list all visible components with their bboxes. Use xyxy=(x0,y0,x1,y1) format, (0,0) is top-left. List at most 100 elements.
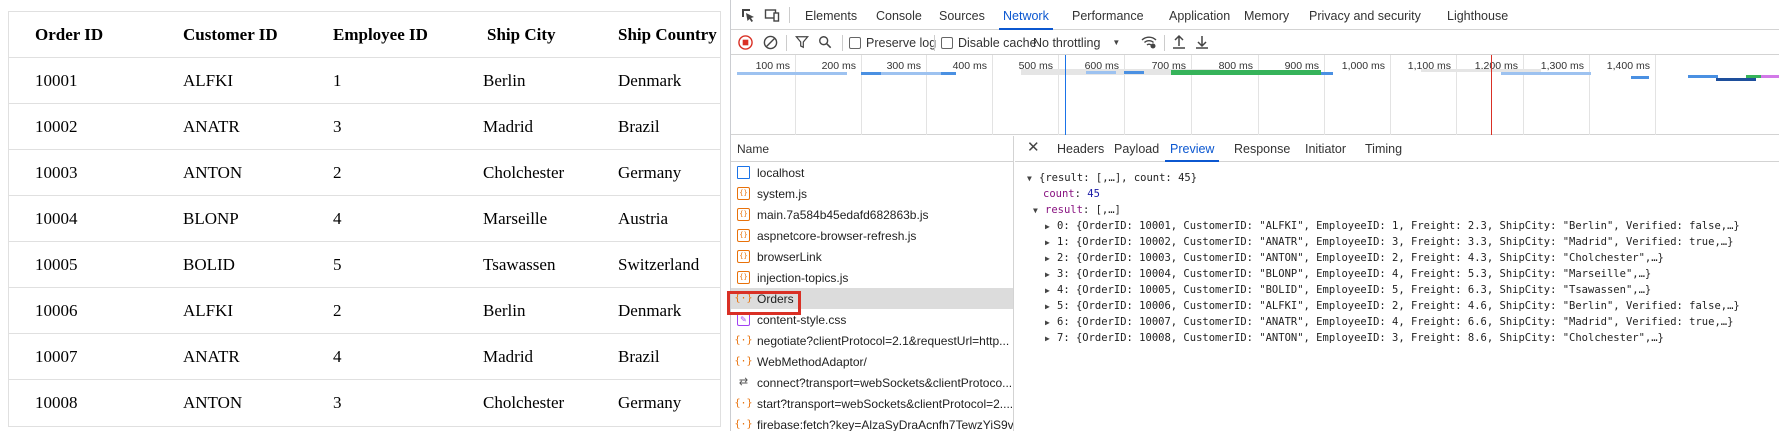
request-row[interactable]: {·} Orders xyxy=(731,288,1013,309)
table-cell: 10002 xyxy=(35,116,78,136)
preview-item-text: 2: {OrderID: 10003, CustomerID: "ANTON",… xyxy=(1057,252,1664,264)
table-cell: Marseille xyxy=(483,208,548,228)
column-header-ship-country[interactable]: Ship Country xyxy=(592,25,720,45)
preview-root-line[interactable]: ▼ {result: [,…], count: 45} xyxy=(1027,170,1779,186)
request-row[interactable]: ✎ content-style.css xyxy=(731,309,1013,330)
tab-application[interactable]: Application xyxy=(1169,0,1230,30)
close-icon[interactable]: ✕ xyxy=(1027,139,1040,157)
table-cell: Cholchester xyxy=(483,162,565,182)
table-row[interactable]: 10001 ALFKI 1 Berlin Denmark xyxy=(9,58,720,104)
name-column-header[interactable]: Name xyxy=(731,136,1014,162)
request-row[interactable]: {·} start?transport=webSockets&clientProt… xyxy=(731,393,1013,414)
preview-result-item[interactable]: ▶ 2: {OrderID: 10003, CustomerID: "ANTON"… xyxy=(1027,250,1779,266)
request-row[interactable]: {} system.js xyxy=(731,183,1013,204)
tab-headers[interactable]: Headers xyxy=(1057,136,1104,162)
network-overview-timeline[interactable]: 100 ms 200 ms 300 ms 400 ms 500 ms 600 ms 700 … xyxy=(731,55,1779,135)
request-row[interactable]: ⇄ connect?transport=webSockets&clientProt… xyxy=(731,372,1013,393)
preview-result-item[interactable]: ▶ 0: {OrderID: 10001, CustomerID: "ALFKI"… xyxy=(1027,218,1779,234)
preview-result-item[interactable]: ▶ 5: {OrderID: 10006, CustomerID: "ALFKI"… xyxy=(1027,298,1779,314)
preview-result-line[interactable]: ▼ result: [,…] xyxy=(1027,202,1779,218)
throttling-select[interactable]: No throttling ▼ xyxy=(1033,34,1120,51)
preview-result-item[interactable]: ▶ 7: {OrderID: 10008, CustomerID: "ANTON"… xyxy=(1027,330,1779,346)
table-cell: 10004 xyxy=(35,208,78,228)
expand-triangle-icon[interactable]: ▶ xyxy=(1045,251,1057,266)
tab-response[interactable]: Response xyxy=(1234,136,1290,162)
timeline-tick-label: 1,400 ms xyxy=(1606,60,1650,72)
tab-memory[interactable]: Memory xyxy=(1244,0,1289,30)
table-row[interactable]: 10002 ANATR 3 Madrid Brazil xyxy=(9,104,720,150)
table-cell: Denmark xyxy=(618,300,682,320)
tab-sources[interactable]: Sources xyxy=(939,0,985,30)
device-toolbar-icon[interactable] xyxy=(764,7,780,23)
column-header-customer-id[interactable]: Customer ID xyxy=(157,25,307,45)
import-har-icon[interactable] xyxy=(1172,34,1186,50)
tab-separator xyxy=(789,7,790,23)
inspect-element-icon[interactable] xyxy=(740,7,756,23)
expand-triangle-icon[interactable]: ▶ xyxy=(1045,267,1057,282)
column-header-employee-id[interactable]: Employee ID xyxy=(307,25,457,45)
preserve-log-checkbox[interactable] xyxy=(849,36,861,49)
expand-triangle-icon[interactable]: ▶ xyxy=(1045,283,1057,298)
preview-result-item[interactable]: ▶ 3: {OrderID: 10004, CustomerID: "BLONP"… xyxy=(1027,266,1779,282)
tab-lighthouse[interactable]: Lighthouse xyxy=(1447,0,1508,30)
preview-result-item[interactable]: ▶ 1: {OrderID: 10002, CustomerID: "ANATR"… xyxy=(1027,234,1779,250)
expand-triangle-icon[interactable]: ▶ xyxy=(1045,219,1057,234)
table-row[interactable]: 10005 BOLID 5 Tsawassen Switzerland xyxy=(9,242,720,288)
request-row[interactable]: {} injection-topics.js xyxy=(731,267,1013,288)
clear-icon[interactable] xyxy=(763,35,778,50)
tab-timing[interactable]: Timing xyxy=(1365,136,1402,162)
table-cell: 2 xyxy=(333,300,342,320)
request-name: content-style.css xyxy=(757,312,847,327)
request-row[interactable]: {·} firebase:fetch?key=AlzaSyDraAcnfh7Tew… xyxy=(731,414,1013,431)
table-cell: 5 xyxy=(333,254,342,274)
script-icon: {} xyxy=(737,208,750,221)
filter-icon[interactable] xyxy=(795,35,809,49)
table-row[interactable]: 10003 ANTON 2 Cholchester Germany xyxy=(9,150,720,196)
table-cell: Austria xyxy=(618,208,669,228)
expand-triangle-icon[interactable]: ▶ xyxy=(1045,299,1057,314)
expand-triangle-icon[interactable]: ▼ xyxy=(1033,203,1045,218)
export-har-icon[interactable] xyxy=(1195,34,1209,50)
table-row[interactable]: 10006 ALFKI 2 Berlin Denmark xyxy=(9,288,720,334)
preview-result-item[interactable]: ▶ 6: {OrderID: 10007, CustomerID: "ANATR"… xyxy=(1027,314,1779,330)
table-cell: BLONP xyxy=(183,208,239,228)
disable-cache-toggle[interactable]: Disable cache xyxy=(941,34,1037,51)
table-row[interactable]: 10007 ANATR 4 Madrid Brazil xyxy=(9,334,720,380)
tab-performance[interactable]: Performance xyxy=(1072,0,1144,30)
preview-result-item[interactable]: ▶ 4: {OrderID: 10005, CustomerID: "BOLID"… xyxy=(1027,282,1779,298)
search-icon[interactable] xyxy=(818,35,832,49)
request-name: main.7a584b45edafd682863b.js xyxy=(757,207,929,222)
preview-item-text: 1: {OrderID: 10002, CustomerID: "ANATR",… xyxy=(1057,236,1734,248)
column-header-ship-city[interactable]: Ship City xyxy=(457,25,592,45)
tab-privacy-and-security[interactable]: Privacy and security xyxy=(1309,0,1421,30)
expand-triangle-icon[interactable]: ▶ xyxy=(1045,331,1057,346)
request-row[interactable]: {·} WebMethodAdaptor/ xyxy=(731,351,1013,372)
toolbar-separator xyxy=(842,35,843,51)
table-row[interactable]: 10008 ANTON 3 Cholchester Germany xyxy=(9,380,720,426)
tab-elements[interactable]: Elements xyxy=(805,0,857,30)
table-row[interactable]: 10004 BLONP 4 Marseille Austria xyxy=(9,196,720,242)
request-row[interactable]: localhost xyxy=(731,162,1013,183)
tab-initiator[interactable]: Initiator xyxy=(1305,136,1346,162)
tab-console[interactable]: Console xyxy=(876,0,922,30)
tab-network[interactable]: Network xyxy=(999,0,1053,30)
request-row[interactable]: {} main.7a584b45edafd682863b.js xyxy=(731,204,1013,225)
request-row[interactable]: {·} negotiate?clientProtocol=2.1&requestU… xyxy=(731,330,1013,351)
expand-triangle-icon[interactable]: ▼ xyxy=(1027,171,1039,186)
tab-preview[interactable]: Preview xyxy=(1164,136,1220,162)
disable-cache-label: Disable cache xyxy=(958,35,1037,50)
table-cell: Switzerland xyxy=(618,254,700,274)
request-name: browserLink xyxy=(757,249,822,264)
expand-triangle-icon[interactable]: ▶ xyxy=(1045,315,1057,330)
request-row[interactable]: {} aspnetcore-browser-refresh.js xyxy=(731,225,1013,246)
disable-cache-checkbox[interactable] xyxy=(941,36,953,49)
preserve-log-toggle[interactable]: Preserve log xyxy=(849,34,936,51)
record-stop-icon[interactable] xyxy=(738,35,753,50)
table-cell: 10007 xyxy=(35,346,78,366)
expand-triangle-icon[interactable]: ▶ xyxy=(1045,235,1057,250)
column-header-order-id[interactable]: Order ID xyxy=(9,25,157,45)
waterfall-bar xyxy=(1086,71,1116,74)
network-conditions-icon[interactable] xyxy=(1141,35,1157,49)
request-row[interactable]: {} browserLink xyxy=(731,246,1013,267)
tab-payload[interactable]: Payload xyxy=(1114,136,1159,162)
